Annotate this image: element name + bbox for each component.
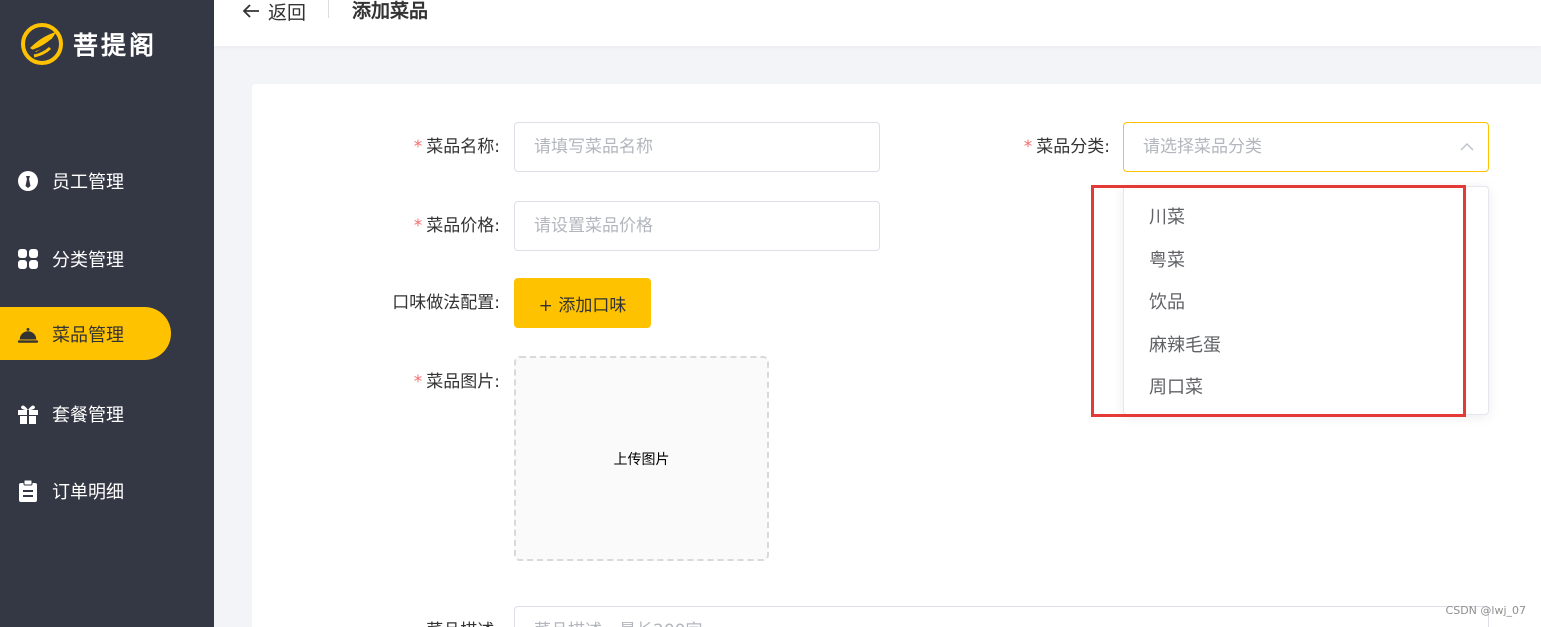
dish-name-input[interactable]	[514, 122, 880, 172]
sidebar-item-employee[interactable]: 员工管理	[0, 154, 171, 207]
sidebar-item-label: 套餐管理	[52, 404, 124, 426]
sidebar-item-label: 员工管理	[52, 171, 124, 193]
arrow-left-icon	[242, 4, 259, 18]
category-dropdown: 川菜 粤菜 饮品 麻辣毛蛋 周口菜	[1123, 186, 1489, 415]
sidebar-item-dish[interactable]: 菜品管理	[0, 307, 171, 360]
dish-price-input[interactable]	[514, 201, 880, 251]
sidebar-item-combo[interactable]: 套餐管理	[0, 387, 171, 440]
required-mark: *	[413, 137, 423, 157]
dish-image-label: * 菜品图片:	[413, 372, 500, 392]
dish-description-label: 菜品描述:	[350, 606, 500, 627]
logo-icon	[21, 23, 63, 65]
category-icon	[17, 248, 39, 270]
add-flavor-button[interactable]: + 添加口味	[514, 278, 651, 328]
sidebar-item-orders[interactable]: 订单明细	[0, 464, 171, 517]
back-label: 返回	[268, 1, 307, 24]
dish-name-label: * 菜品名称:	[413, 137, 500, 157]
employee-icon	[17, 170, 39, 192]
back-button[interactable]: 返回	[242, 0, 306, 26]
dropdown-option[interactable]: 周口菜	[1124, 367, 1488, 410]
dish-description-input[interactable]	[514, 606, 1489, 627]
required-mark: *	[413, 216, 423, 236]
dropdown-option[interactable]: 麻辣毛蛋	[1124, 325, 1488, 368]
sidebar: 菩提阁 员工管理 分类管理 菜品管理 套餐管理 订单明细	[0, 0, 214, 627]
logo-text: 菩提阁	[73, 31, 158, 60]
sidebar-item-label: 分类管理	[52, 249, 124, 271]
clipboard-icon	[17, 479, 39, 502]
flavor-config-label: 口味做法配置:	[392, 293, 500, 313]
dish-icon	[17, 323, 39, 345]
image-upload-area[interactable]: 上传图片	[514, 356, 769, 561]
sidebar-item-label: 订单明细	[52, 481, 124, 503]
header-divider	[328, 0, 329, 18]
dish-category-label: * 菜品分类:	[1023, 137, 1110, 157]
sidebar-item-category[interactable]: 分类管理	[0, 232, 171, 285]
logo: 菩提阁	[20, 22, 157, 66]
dropdown-option[interactable]: 粤菜	[1124, 240, 1488, 283]
upload-label: 上传图片	[613, 451, 670, 468]
sidebar-item-label: 菜品管理	[52, 324, 124, 346]
chevron-up-icon[interactable]	[1459, 139, 1475, 155]
required-mark: *	[1023, 137, 1033, 157]
dropdown-option[interactable]: 饮品	[1124, 282, 1488, 325]
page-title: 添加菜品	[352, 0, 429, 22]
header: 返回 添加菜品	[214, 0, 1541, 46]
required-mark: *	[413, 372, 423, 392]
dish-price-label: * 菜品价格:	[413, 216, 500, 236]
dropdown-option[interactable]: 川菜	[1124, 197, 1488, 240]
dish-category-select[interactable]	[1123, 122, 1489, 172]
gift-icon	[17, 403, 39, 425]
watermark: CSDN @lwj_07	[1445, 604, 1526, 617]
